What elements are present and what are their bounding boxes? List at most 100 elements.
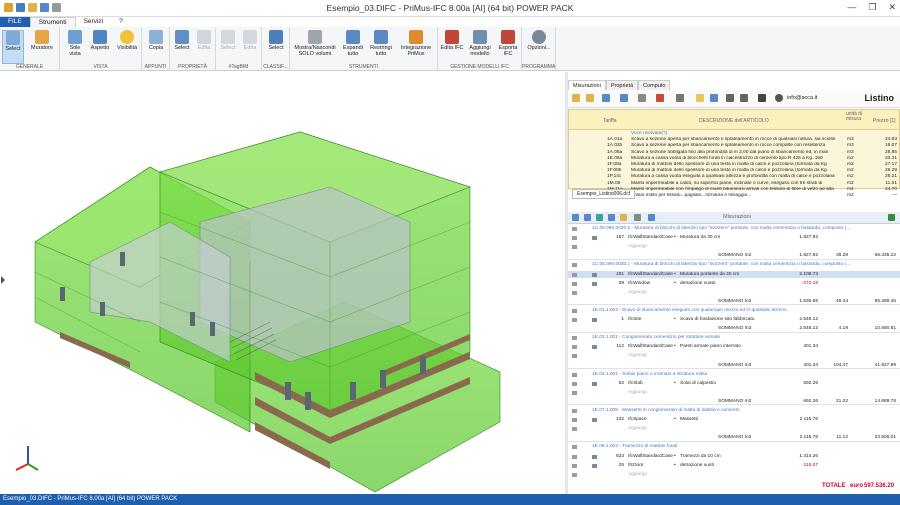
classif-select-button[interactable]: Select xyxy=(265,30,287,51)
close-button[interactable]: ✕ xyxy=(888,2,896,13)
article-row[interactable]: 1E.04.1.001 - Solaio piano o inclinato a… xyxy=(568,371,900,379)
save-icon[interactable] xyxy=(648,214,655,221)
print-icon[interactable] xyxy=(638,94,646,102)
row-expand-icon[interactable] xyxy=(572,272,577,277)
integrazione-button[interactable]: Integrazione PriMus xyxy=(396,30,436,57)
row-expand-icon[interactable] xyxy=(572,236,577,241)
tag-edita-button[interactable]: Edita xyxy=(240,30,260,51)
row-menu-icon[interactable] xyxy=(592,381,597,386)
col-prezzo[interactable]: Prezzo [1] xyxy=(873,118,896,124)
restringi-button[interactable]: Restringi tutto xyxy=(368,30,394,57)
tab-strumenti[interactable]: Strumenti xyxy=(29,17,76,27)
list-icon[interactable] xyxy=(584,214,591,221)
prop-edita-button[interactable]: Edita xyxy=(194,30,214,51)
price-list-file-tab[interactable]: Esempio_Listino006.dcf xyxy=(572,189,636,199)
tab-proprieta[interactable]: Proprietà xyxy=(605,80,639,90)
mostra-nascondi-button[interactable]: Mostra/Nascondi SOLO volumi xyxy=(292,30,338,57)
measure-row[interactable]: 25 IfcDoor detrazione vuoti -115.07 • xyxy=(568,462,900,470)
row-menu-icon[interactable] xyxy=(592,454,597,459)
sommano-row[interactable]: SOMMANO m2 692.26 21.22 14.689.76 xyxy=(568,398,900,406)
select-button[interactable]: Select xyxy=(2,30,24,64)
row-expand-icon[interactable] xyxy=(572,418,577,423)
sommano-row[interactable]: SOMMANO m3 2.546.12 4.19 10.680.81 xyxy=(568,325,900,333)
col-tariffa[interactable]: Tariffa xyxy=(603,118,617,124)
copia-button[interactable]: Copia xyxy=(145,30,167,51)
save-icon[interactable] xyxy=(602,94,610,102)
article-row[interactable]: 1E.01.1.003 - Scavo di sbancamento esegu… xyxy=(568,307,900,315)
grid-icon[interactable] xyxy=(710,94,718,102)
article-row[interactable]: 1E.08.1.003 - Tramezzo di mattoni forati xyxy=(568,443,900,451)
tab-computo[interactable]: Computo xyxy=(638,80,671,90)
print-icon[interactable] xyxy=(634,214,641,221)
row-expand-icon[interactable] xyxy=(572,454,577,459)
grid-icon[interactable] xyxy=(572,214,579,221)
arrow-left-icon[interactable] xyxy=(726,94,734,102)
opzioni-button[interactable]: Opzioni... xyxy=(524,30,554,51)
left-collapse-arrow[interactable] xyxy=(1,276,5,284)
muratore-button[interactable]: Muratore xyxy=(26,30,58,51)
row-expand-icon[interactable] xyxy=(572,390,577,395)
row-expand-icon[interactable] xyxy=(572,472,577,477)
add-row[interactable]: Aggiungi xyxy=(568,289,900,297)
row-menu-icon[interactable] xyxy=(592,272,597,277)
stile-vista-button[interactable]: Stile vista xyxy=(64,30,86,57)
row-expand-icon[interactable] xyxy=(572,290,577,295)
link-icon[interactable] xyxy=(888,214,895,221)
maximize-button[interactable]: ❐ xyxy=(868,2,876,13)
tab-help[interactable]: ? xyxy=(111,17,131,27)
bold-icon[interactable] xyxy=(758,94,766,102)
paste-icon[interactable] xyxy=(620,214,627,221)
measure-row[interactable]: 52 IfcSlab Solai di calpestio 692.26 • xyxy=(568,380,900,388)
row-expand-icon[interactable] xyxy=(572,427,577,432)
row-expand-icon[interactable] xyxy=(572,463,577,468)
row-menu-icon[interactable] xyxy=(592,318,597,322)
row-menu-icon[interactable] xyxy=(592,463,597,468)
row-expand-icon[interactable] xyxy=(572,372,577,377)
row-expand-icon[interactable] xyxy=(572,445,577,450)
row-expand-icon[interactable] xyxy=(572,318,577,322)
measure-row[interactable]: 157 IfcWallStandardCase Muratura da 30 cm 1… xyxy=(568,234,900,242)
print-preview-icon[interactable] xyxy=(676,94,684,102)
delete-icon[interactable] xyxy=(656,94,664,102)
article-row[interactable]: 1E.03.1.001 - Conglomerato cementizio pe… xyxy=(568,334,900,342)
row-expand-icon[interactable] xyxy=(572,281,577,286)
row-expand-icon[interactable] xyxy=(572,354,577,359)
aspetto-button[interactable]: Aspetto xyxy=(88,30,112,51)
measure-row[interactable]: 112 IfcWallStandardCase Pareti armate pian… xyxy=(568,343,900,351)
minimize-button[interactable]: — xyxy=(847,2,856,13)
row-expand-icon[interactable] xyxy=(572,381,577,386)
arrow-right-icon[interactable] xyxy=(740,94,748,102)
open-icon[interactable] xyxy=(586,94,594,102)
sommano-row[interactable]: SOMMANO m3 401.34 104.47 41.927.99 xyxy=(568,362,900,369)
aggiungi-modello-button[interactable]: Aggiungi modello xyxy=(465,30,495,57)
copy-icon[interactable] xyxy=(608,214,615,221)
building-model[interactable] xyxy=(0,72,565,494)
3d-viewport[interactable] xyxy=(0,72,565,494)
row-menu-icon[interactable] xyxy=(592,418,597,423)
row-menu-icon[interactable] xyxy=(592,236,597,241)
row-menu-icon[interactable] xyxy=(592,345,597,350)
measure-row[interactable]: 181 IfcWallStandardCase Muratura portante … xyxy=(568,270,900,278)
tab-servizi[interactable]: Servizi xyxy=(76,17,112,27)
measure-row[interactable]: 623 IfcWallStandardCase Tramezzi da 10 cm 1… xyxy=(568,453,900,461)
tag-select-button[interactable]: Select xyxy=(218,30,238,51)
article-row[interactable]: 1C.06.090.0030.b - Muratura di blocchi d… xyxy=(568,225,900,233)
eye-icon[interactable] xyxy=(596,214,603,221)
row-expand-icon[interactable] xyxy=(572,263,577,268)
row-expand-icon[interactable] xyxy=(572,336,577,341)
tab-misurazioni[interactable]: Misurazioni xyxy=(568,80,606,90)
row-expand-icon[interactable] xyxy=(572,345,577,350)
row-expand-icon[interactable] xyxy=(572,308,577,313)
sommano-row[interactable]: SOMMANO m2 2.115.76 11.12 23.505.01 xyxy=(568,434,900,442)
prop-select-button[interactable]: Select xyxy=(172,30,192,51)
axis-gizmo[interactable] xyxy=(15,446,39,471)
row-menu-icon[interactable] xyxy=(592,281,597,286)
measure-row[interactable]: 132 IfcSpace Massetti 2.115.76 • xyxy=(568,416,900,424)
article-row[interactable]: 1C.06.090.0030.c - Muratura di blocchi d… xyxy=(568,261,900,269)
add-row[interactable]: Aggiungi xyxy=(568,243,900,251)
add-row[interactable]: Aggiungi xyxy=(568,471,900,479)
add-row[interactable]: Aggiungi xyxy=(568,425,900,433)
article-row[interactable]: 1E.07.1.005 - Massetto in conglomerato d… xyxy=(568,407,900,415)
sommano-row[interactable]: SOMMANO m2 1.836.55 46.44 85.289.45 xyxy=(568,298,900,306)
edita-ifc-button[interactable]: Edita IFC xyxy=(440,30,464,51)
